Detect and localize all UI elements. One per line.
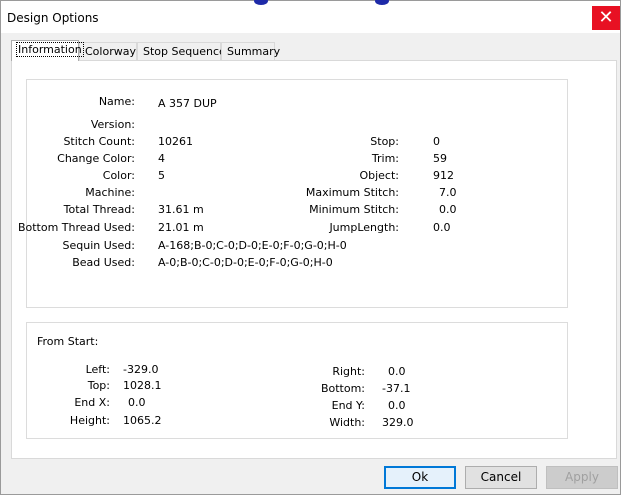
apply-button[interactable]: Apply — [546, 466, 618, 489]
bead-label: Bead Used: — [72, 256, 135, 269]
stitch-count-label: Stitch Count: — [63, 135, 135, 148]
name-value: A 357 DUP — [158, 97, 217, 110]
bottom-thread-value: 21.01 m — [158, 221, 204, 234]
sequin-label: Sequin Used: — [62, 239, 135, 252]
trim-value: 59 — [433, 152, 447, 165]
trim-label: Trim: — [371, 152, 399, 165]
min-stitch-label: Minimum Stitch: — [309, 203, 399, 216]
total-thread-label: Total Thread: — [63, 203, 135, 216]
end-y-label: End Y: — [331, 399, 365, 412]
object-value: 912 — [433, 169, 454, 182]
stop-value: 0 — [433, 135, 440, 148]
color-label: Color: — [102, 169, 135, 182]
height-value: 1065.2 — [123, 414, 162, 427]
machine-label: Machine: — [85, 186, 135, 199]
bottom-value: -37.1 — [382, 382, 411, 395]
stitch-count-value: 10261 — [158, 135, 193, 148]
change-color-value: 4 — [158, 152, 165, 165]
from-start-group: From Start: Left: -329.0 Top: 1028.1 End… — [26, 322, 568, 439]
information-panel: Name: A 357 DUP Version: Stitch Count: 1… — [11, 60, 617, 459]
background-dot-icon — [375, 0, 389, 5]
close-button[interactable]: ✕ — [592, 6, 620, 30]
cancel-button[interactable]: Cancel — [465, 466, 537, 489]
version-label: Version: — [90, 118, 135, 131]
bottom-label: Bottom: — [320, 382, 365, 395]
window-title: Design Options — [7, 11, 99, 25]
top-value: 1028.1 — [123, 379, 162, 392]
end-x-label: End X: — [74, 396, 110, 409]
left-value: -329.0 — [123, 363, 159, 376]
tab-stop-sequence[interactable]: Stop Sequence — [137, 42, 226, 60]
tab-summary[interactable]: Summary — [221, 42, 280, 60]
design-options-dialog: Design Options ✕ Information Colorway St… — [0, 0, 621, 495]
width-label: Width: — [329, 416, 365, 429]
design-info-group: Name: A 357 DUP Version: Stitch Count: 1… — [18, 79, 568, 308]
total-thread-value: 31.61 m — [158, 203, 204, 216]
close-icon: ✕ — [598, 7, 614, 28]
jump-length-label: JumpLength: — [329, 221, 399, 234]
max-stitch-label: Maximum Stitch: — [305, 186, 399, 199]
left-label: Left: — [85, 363, 110, 376]
sequin-value: A-168;B-0;C-0;D-0;E-0;F-0;G-0;H-0 — [158, 239, 347, 252]
min-stitch-value: 0.0 — [439, 203, 457, 216]
ok-button[interactable]: Ok — [384, 466, 456, 489]
jump-length-value: 0.0 — [433, 221, 451, 234]
width-value: 329.0 — [382, 416, 414, 429]
background-dot-icon — [254, 0, 268, 5]
change-color-label: Change Color: — [57, 152, 135, 165]
bead-value: A-0;B-0;C-0;D-0;E-0;F-0;G-0;H-0 — [158, 256, 333, 269]
tab-information[interactable]: Information — [11, 40, 84, 61]
top-label: Top: — [87, 379, 110, 392]
end-x-value: 0.0 — [128, 396, 146, 409]
bottom-thread-label: Bottom Thread Used: — [17, 221, 135, 234]
right-label: Right: — [332, 365, 365, 378]
title-bar: Design Options ✕ — [1, 0, 620, 33]
object-label: Object: — [359, 169, 399, 182]
stop-label: Stop: — [370, 135, 399, 148]
right-value: 0.0 — [388, 365, 406, 378]
height-label: Height: — [69, 414, 110, 427]
max-stitch-value: 7.0 — [439, 186, 457, 199]
end-y-value: 0.0 — [388, 399, 406, 412]
tab-colorway[interactable]: Colorway — [79, 42, 137, 60]
color-value: 5 — [158, 169, 165, 182]
name-label: Name: — [98, 95, 135, 108]
from-start-heading: From Start: — [37, 335, 99, 348]
